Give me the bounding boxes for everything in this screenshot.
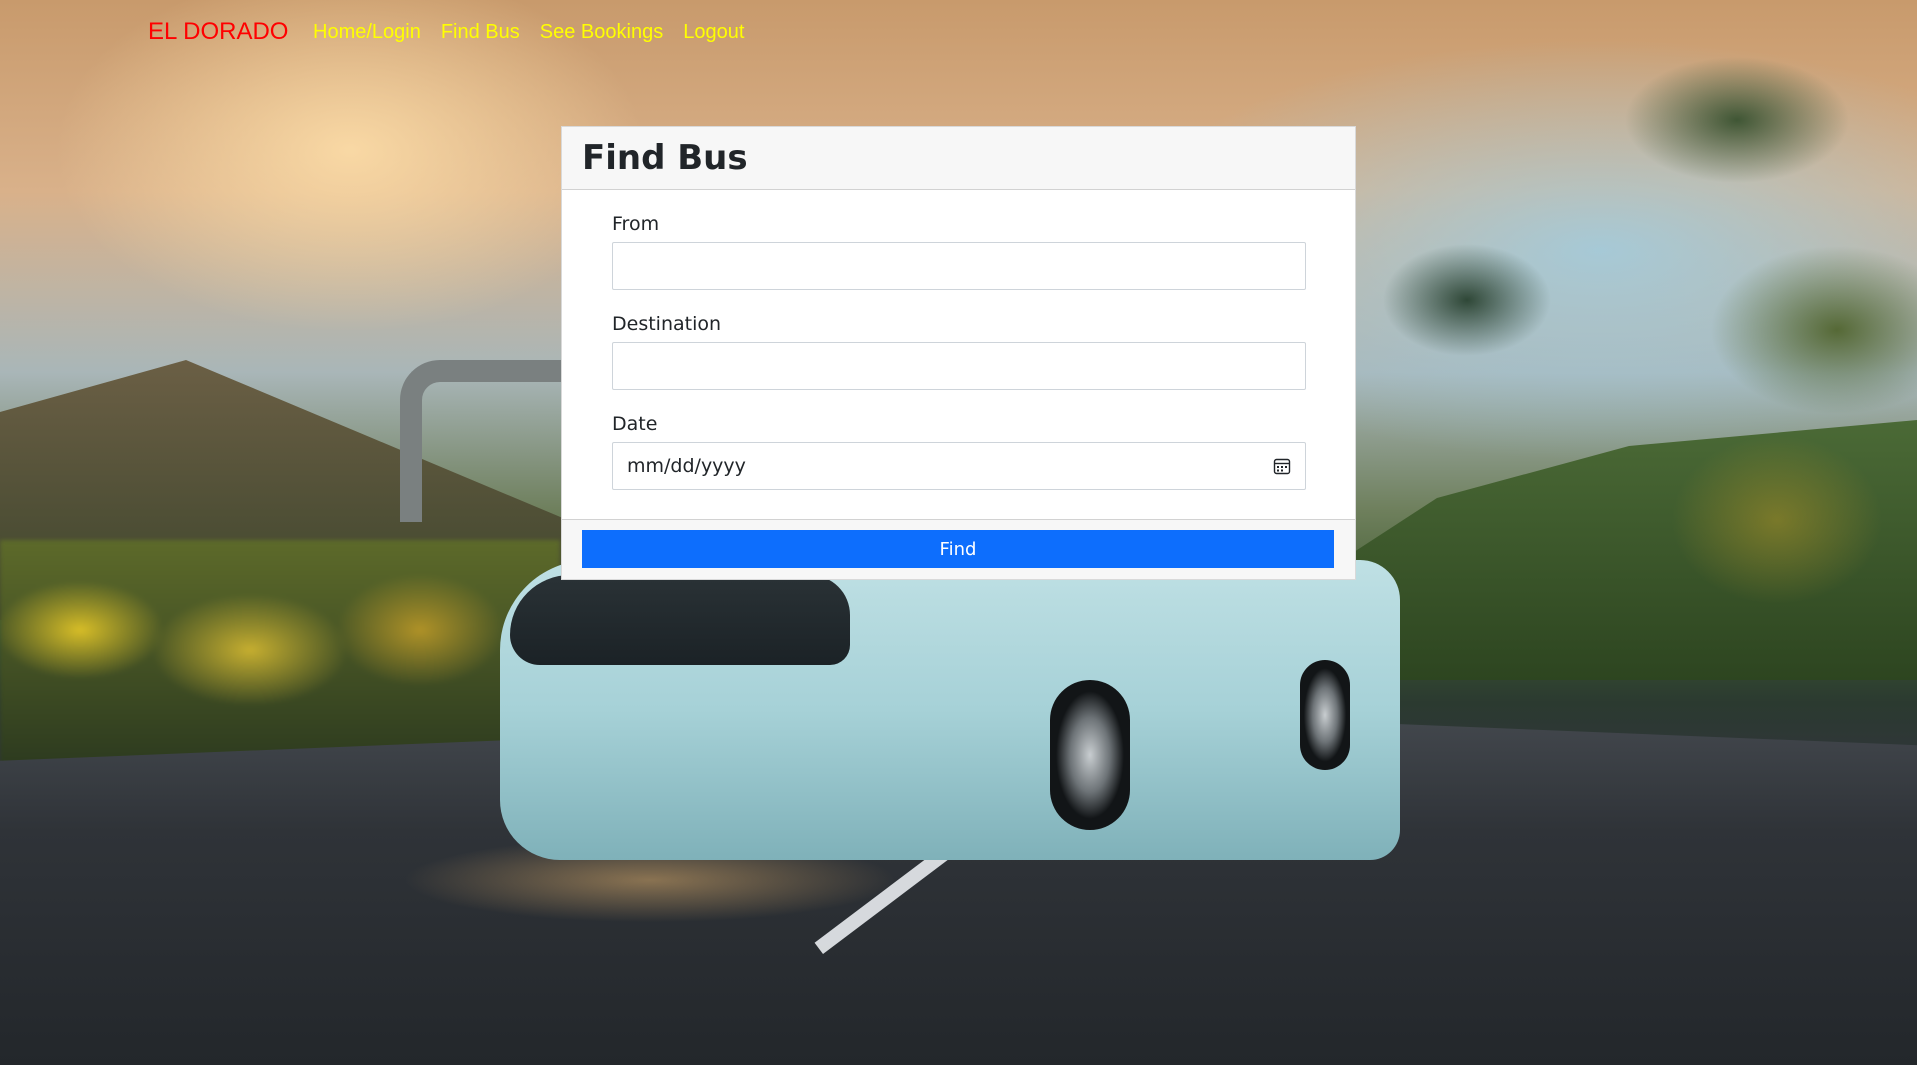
date-input[interactable]: mm/dd/yyyy (612, 442, 1306, 490)
card-header: Find Bus (562, 127, 1355, 190)
background-bus-wheel (1300, 660, 1350, 770)
card-body: From Destination Date mm/dd/yyyy (562, 190, 1355, 495)
card-footer: Find (562, 519, 1355, 579)
brand-link[interactable]: EL DORADO (148, 18, 288, 46)
nav-links: Home/Login Find Bus See Bookings Logout (313, 20, 744, 44)
destination-group: Destination (612, 313, 1306, 390)
nav-link-see-bookings[interactable]: See Bookings (540, 20, 663, 44)
background-bus-wheel (1050, 680, 1130, 830)
background-foliage (0, 540, 560, 770)
background-palms (1357, 0, 1917, 700)
destination-label: Destination (612, 313, 722, 335)
date-placeholder: mm/dd/yyyy (627, 455, 746, 477)
nav-link-find-bus[interactable]: Find Bus (441, 20, 520, 44)
destination-input[interactable] (612, 342, 1306, 390)
calendar-icon[interactable] (1273, 457, 1291, 475)
background-bus-mirror (400, 360, 572, 522)
date-group: Date mm/dd/yyyy (612, 413, 1306, 490)
find-button[interactable]: Find (582, 530, 1334, 568)
background-bus-windshield (510, 575, 850, 665)
date-label: Date (612, 413, 658, 435)
card-title: Find Bus (582, 138, 748, 178)
navbar: EL DORADO Home/Login Find Bus See Bookin… (0, 0, 1917, 64)
from-label: From (612, 213, 660, 235)
from-input[interactable] (612, 242, 1306, 290)
nav-link-home-login[interactable]: Home/Login (313, 20, 421, 44)
find-bus-card: Find Bus From Destination Date mm/dd/yyy… (561, 126, 1356, 580)
page: EL DORADO Home/Login Find Bus See Bookin… (0, 0, 1917, 1065)
from-group: From (612, 213, 1306, 290)
nav-link-logout[interactable]: Logout (683, 20, 744, 44)
